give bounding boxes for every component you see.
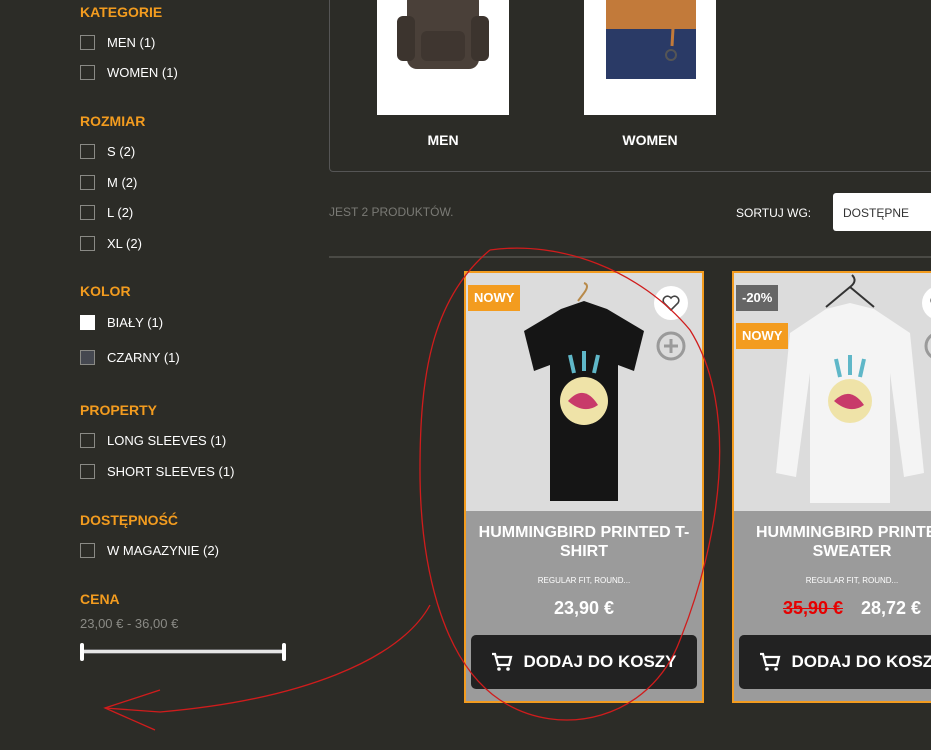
filter-option-size-s[interactable]: S (2) [80, 144, 135, 159]
subcategory-image-backpack[interactable] [377, 0, 509, 115]
filter-option-label: M (2) [107, 175, 138, 190]
product-price: 23,90 € [466, 598, 702, 619]
subcategory-image-handbag[interactable] [584, 0, 716, 115]
price-slider-min-handle[interactable] [80, 643, 84, 661]
checkbox[interactable] [80, 144, 95, 159]
sort-select[interactable]: DOSTĘPNE [833, 193, 931, 231]
product-count: JEST 2 PRODUKTÓW. [329, 205, 454, 219]
cart-icon [760, 652, 781, 671]
divider [329, 256, 931, 258]
checkbox[interactable] [80, 35, 95, 50]
filter-heading-size: ROZMIAR [80, 113, 146, 129]
badge-new: NOWY [468, 285, 521, 311]
cart-icon [492, 652, 513, 671]
checkbox[interactable] [80, 205, 95, 220]
wishlist-button[interactable] [654, 286, 688, 320]
color-swatch-black[interactable] [80, 350, 95, 365]
old-price: 35,90 € [782, 598, 843, 618]
checkbox[interactable] [80, 543, 95, 558]
magnifier-icon [924, 333, 931, 359]
subcategory-men[interactable]: MEN [377, 0, 509, 148]
filter-option-label: SHORT SLEEVES (1) [107, 464, 235, 479]
filter-option-long-sleeves[interactable]: LONG SLEEVES (1) [80, 433, 226, 448]
filter-option-label: XL (2) [107, 236, 142, 251]
product-card[interactable]: -20% NOWY HUMMINGBIRD PRINTED SWEATER RE… [732, 271, 931, 703]
filter-option-size-l[interactable]: L (2) [80, 205, 133, 220]
filter-option-label: L (2) [107, 205, 134, 220]
price-range-text: 23,00 € - 36,00 € [80, 616, 179, 631]
product-price: 35,90 € 28,72 € [734, 598, 931, 619]
add-to-cart-label: DODAJ DO KOSZY [791, 652, 931, 671]
filter-option-label: W MAGAZYNIE (2) [107, 543, 219, 558]
add-to-cart-button[interactable]: DODAJ DO KOSZY [739, 635, 931, 689]
checkbox[interactable] [80, 433, 95, 448]
filter-option-women[interactable]: WOMEN (1) [80, 65, 178, 80]
product-card[interactable]: NOWY HUMMINGBIRD PRINTED T- SHIRT REGULA… [464, 271, 704, 703]
filter-option-in-stock[interactable]: W MAGAZYNIE (2) [80, 543, 219, 558]
filter-option-label: MEN (1) [107, 35, 156, 50]
filter-option-label: WOMEN (1) [107, 65, 178, 80]
filter-option-size-m[interactable]: M (2) [80, 175, 137, 190]
sort-label: SORTUJ WG: [736, 206, 812, 220]
checkbox[interactable] [80, 175, 95, 190]
filter-option-size-xl[interactable]: XL (2) [80, 236, 142, 251]
filter-heading-property: PROPERTY [80, 402, 158, 418]
current-price: 23,90 € [553, 598, 615, 618]
filter-option-short-sleeves[interactable]: SHORT SLEEVES (1) [80, 464, 234, 479]
badge-discount: -20% [736, 285, 779, 311]
filter-heading-availability: DOSTĘPNOŚĆ [80, 512, 179, 528]
filter-option-label: S (2) [107, 144, 136, 159]
product-title[interactable]: HUMMINGBIRD PRINTED T- SHIRT [466, 523, 702, 561]
filter-option-label: BIAŁY (1) [107, 315, 164, 330]
badge-new: NOWY [736, 323, 789, 349]
color-swatch-white[interactable] [80, 315, 95, 330]
add-to-cart-button[interactable]: DODAJ DO KOSZY [471, 635, 697, 689]
product-description: REGULAR FIT, ROUND... [537, 576, 631, 585]
add-to-cart-label: DODAJ DO KOSZY [523, 652, 677, 671]
checkbox[interactable] [80, 236, 95, 251]
subcategories-panel: MEN WOMEN [329, 0, 931, 172]
filter-option-color-white[interactable]: BIAŁY (1) [80, 315, 163, 330]
product-title[interactable]: HUMMINGBIRD PRINTED SWEATER [734, 523, 931, 561]
filter-heading-price: CENA [80, 591, 120, 607]
subcategory-name[interactable]: MEN [377, 132, 509, 148]
quick-view-button[interactable] [655, 330, 687, 362]
filter-option-label: LONG SLEEVES (1) [107, 433, 227, 448]
filter-option-label: CZARNY (1) [107, 350, 180, 365]
subcategory-women[interactable]: WOMEN [584, 0, 716, 148]
filter-heading-categories: KATEGORIE [80, 4, 163, 20]
checkbox[interactable] [80, 65, 95, 80]
current-price: 28,72 € [861, 598, 922, 618]
filter-sidebar: KATEGORIE MEN (1) WOMEN (1) ROZMIAR S (2… [0, 0, 320, 750]
price-slider-max-handle[interactable] [282, 643, 286, 661]
product-description: REGULAR FIT, ROUND... [805, 576, 899, 585]
magnifier-icon [656, 331, 686, 361]
filter-option-men[interactable]: MEN (1) [80, 35, 155, 50]
quick-view-button[interactable] [923, 330, 931, 362]
price-slider-track [82, 649, 284, 654]
filter-option-color-black[interactable]: CZARNY (1) [80, 350, 180, 365]
filter-heading-color: KOLOR [80, 283, 131, 299]
heart-icon [662, 295, 680, 311]
price-slider[interactable] [80, 643, 286, 661]
subcategory-name[interactable]: WOMEN [584, 132, 716, 148]
checkbox[interactable] [80, 464, 95, 479]
